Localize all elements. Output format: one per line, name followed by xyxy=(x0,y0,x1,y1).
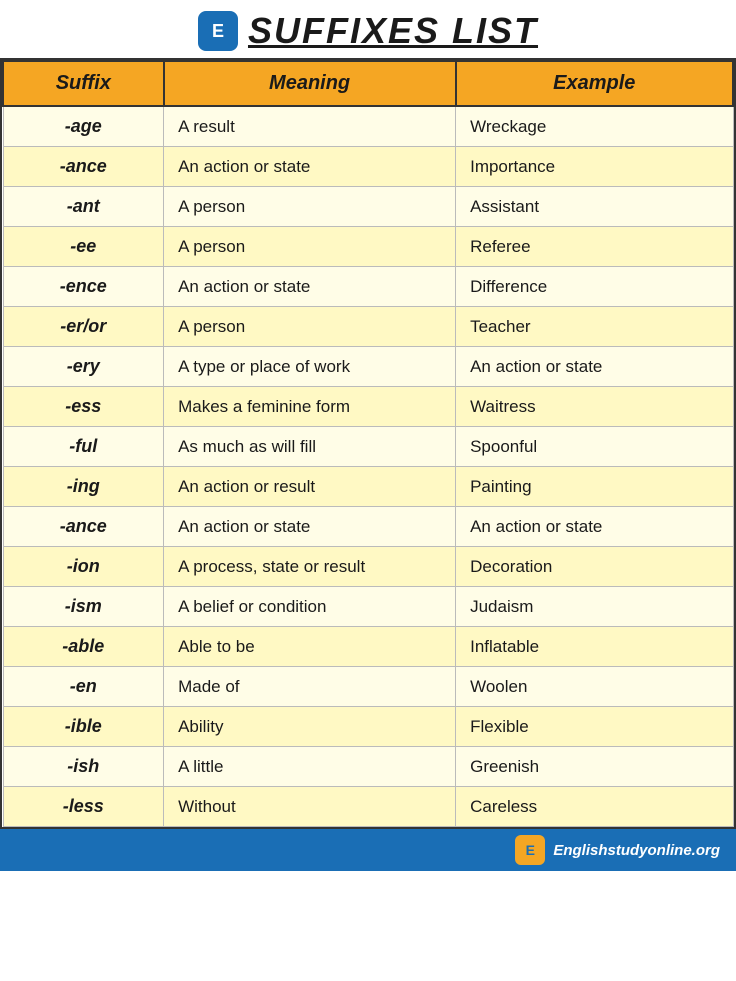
cell-suffix: -ful xyxy=(3,427,164,467)
cell-suffix: -able xyxy=(3,627,164,667)
footer-logo: E xyxy=(515,835,545,865)
cell-meaning: As much as will fill xyxy=(164,427,456,467)
cell-example: Flexible xyxy=(456,707,733,747)
header-suffix: Suffix xyxy=(3,61,164,106)
table-row: -er/orA personTeacher xyxy=(3,307,733,347)
table-row: -ableAble to beInflatable xyxy=(3,627,733,667)
cell-meaning: A person xyxy=(164,307,456,347)
footer-url: Englishstudyonline.org xyxy=(553,842,720,859)
cell-example: Inflatable xyxy=(456,627,733,667)
cell-suffix: -ee xyxy=(3,227,164,267)
cell-suffix: -less xyxy=(3,787,164,827)
cell-suffix: -ish xyxy=(3,747,164,787)
cell-example: Decoration xyxy=(456,547,733,587)
page-title: SUFFIXES LIST xyxy=(248,10,538,52)
table-row: -ingAn action or resultPainting xyxy=(3,467,733,507)
cell-suffix: -ess xyxy=(3,387,164,427)
table-row: -enceAn action or stateDifference xyxy=(3,267,733,307)
table-row: -ismA belief or conditionJudaism xyxy=(3,587,733,627)
table-row: -ageA resultWreckage xyxy=(3,106,733,147)
cell-suffix: -en xyxy=(3,667,164,707)
cell-suffix: -age xyxy=(3,106,164,147)
cell-suffix: -ance xyxy=(3,507,164,547)
cell-meaning: A type or place of work xyxy=(164,347,456,387)
cell-example: Importance xyxy=(456,147,733,187)
cell-example: Woolen xyxy=(456,667,733,707)
table-row: -lessWithoutCareless xyxy=(3,787,733,827)
logo-letter: E xyxy=(212,21,224,42)
footer-logo-letter: E xyxy=(526,842,535,858)
table-row: -eeA personReferee xyxy=(3,227,733,267)
table-row: -anceAn action or stateAn action or stat… xyxy=(3,507,733,547)
cell-example: An action or state xyxy=(456,507,733,547)
cell-example: Greenish xyxy=(456,747,733,787)
cell-example: Spoonful xyxy=(456,427,733,467)
table-body: -ageA resultWreckage-anceAn action or st… xyxy=(3,106,733,827)
cell-example: Wreckage xyxy=(456,106,733,147)
table-row: -antA personAssistant xyxy=(3,187,733,227)
suffixes-table: Suffix Meaning Example -ageA resultWreck… xyxy=(2,60,734,827)
cell-suffix: -ing xyxy=(3,467,164,507)
cell-suffix: -ance xyxy=(3,147,164,187)
page-wrapper: E SUFFIXES LIST Suffix Meaning Example -… xyxy=(0,0,736,871)
cell-meaning: Made of xyxy=(164,667,456,707)
table-row: -fulAs much as will fillSpoonful xyxy=(3,427,733,467)
cell-meaning: Able to be xyxy=(164,627,456,667)
cell-meaning: Without xyxy=(164,787,456,827)
cell-example: Difference xyxy=(456,267,733,307)
cell-suffix: -ion xyxy=(3,547,164,587)
header-area: E SUFFIXES LIST xyxy=(0,0,736,58)
cell-meaning: An action or result xyxy=(164,467,456,507)
cell-example: Painting xyxy=(456,467,733,507)
header-example: Example xyxy=(456,61,733,106)
cell-suffix: -er/or xyxy=(3,307,164,347)
cell-meaning: A person xyxy=(164,227,456,267)
table-row: -eryA type or place of workAn action or … xyxy=(3,347,733,387)
cell-suffix: -ery xyxy=(3,347,164,387)
cell-suffix: -ible xyxy=(3,707,164,747)
cell-example: Teacher xyxy=(456,307,733,347)
header-meaning: Meaning xyxy=(164,61,456,106)
logo-icon: E xyxy=(198,11,238,51)
cell-example: Judaism xyxy=(456,587,733,627)
cell-example: An action or state xyxy=(456,347,733,387)
cell-suffix: -ant xyxy=(3,187,164,227)
cell-meaning: A result xyxy=(164,106,456,147)
cell-example: Assistant xyxy=(456,187,733,227)
cell-meaning: An action or state xyxy=(164,507,456,547)
cell-example: Careless xyxy=(456,787,733,827)
cell-suffix: -ism xyxy=(3,587,164,627)
cell-meaning: A little xyxy=(164,747,456,787)
footer-area: E Englishstudyonline.org xyxy=(0,829,736,871)
cell-suffix: -ence xyxy=(3,267,164,307)
table-row: -ibleAbilityFlexible xyxy=(3,707,733,747)
table-row: -anceAn action or stateImportance xyxy=(3,147,733,187)
table-header-row: Suffix Meaning Example xyxy=(3,61,733,106)
cell-meaning: A person xyxy=(164,187,456,227)
cell-example: Referee xyxy=(456,227,733,267)
table-row: -ishA littleGreenish xyxy=(3,747,733,787)
cell-meaning: A belief or condition xyxy=(164,587,456,627)
table-row: -essMakes a feminine formWaitress xyxy=(3,387,733,427)
table-row: -ionA process, state or resultDecoration xyxy=(3,547,733,587)
table-row: -enMade ofWoolen xyxy=(3,667,733,707)
cell-example: Waitress xyxy=(456,387,733,427)
cell-meaning: An action or state xyxy=(164,147,456,187)
table-container: Suffix Meaning Example -ageA resultWreck… xyxy=(0,58,736,829)
cell-meaning: An action or state xyxy=(164,267,456,307)
cell-meaning: Ability xyxy=(164,707,456,747)
cell-meaning: A process, state or result xyxy=(164,547,456,587)
cell-meaning: Makes a feminine form xyxy=(164,387,456,427)
